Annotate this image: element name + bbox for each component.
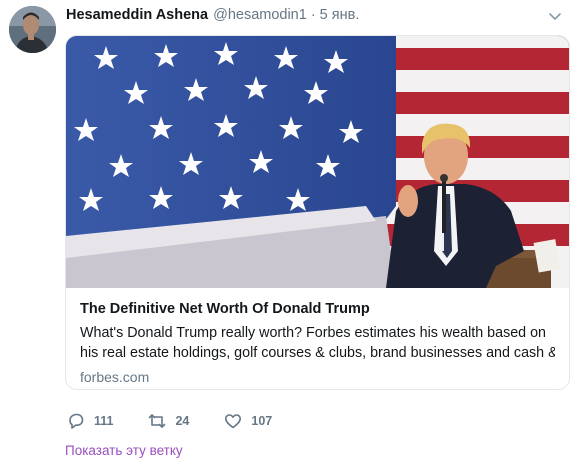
show-thread-link[interactable]: Показать эту ветку [65, 443, 183, 458]
retweet-button[interactable]: 24 [147, 411, 189, 431]
card-description-line: What's Donald Trump really worth? Forbes… [80, 325, 547, 341]
tweet-timestamp[interactable]: 5 янв. [320, 7, 360, 23]
author-name[interactable]: Hesameddin Ashena [66, 7, 208, 23]
card-title[interactable]: The Definitive Net Worth Of Donald Trump [80, 300, 555, 319]
card-domain: forbes.com [80, 369, 150, 385]
author-handle[interactable]: @hesamodin1 [213, 7, 307, 23]
card-image [66, 36, 569, 288]
link-card[interactable]: The Definitive Net Worth Of Donald Trump… [65, 35, 570, 390]
like-icon [225, 414, 242, 429]
reply-icon [69, 413, 84, 429]
retweet-icon [149, 414, 166, 428]
card-body: The Definitive Net Worth Of Donald Trump… [66, 288, 569, 386]
chevron-down-icon[interactable] [548, 9, 562, 23]
retweet-count: 24 [175, 414, 190, 428]
reply-count: 111 [94, 414, 114, 428]
avatar[interactable] [9, 6, 56, 53]
like-button[interactable]: 107 [223, 411, 272, 431]
card-description-line: his real estate holdings, golf courses &… [80, 345, 555, 361]
tweet: Hesameddin Ashena @hesamodin1 · 5 янв. T… [0, 0, 576, 466]
tweet-actions: 111 24 107 [66, 411, 306, 431]
separator-dot: · [310, 7, 316, 23]
like-count: 107 [251, 414, 273, 428]
reply-button[interactable]: 111 [66, 411, 113, 431]
tweet-header: Hesameddin Ashena @hesamodin1 · 5 янв. [66, 7, 359, 27]
card-description: What's Donald Trump really worth? Forbes… [80, 323, 555, 363]
